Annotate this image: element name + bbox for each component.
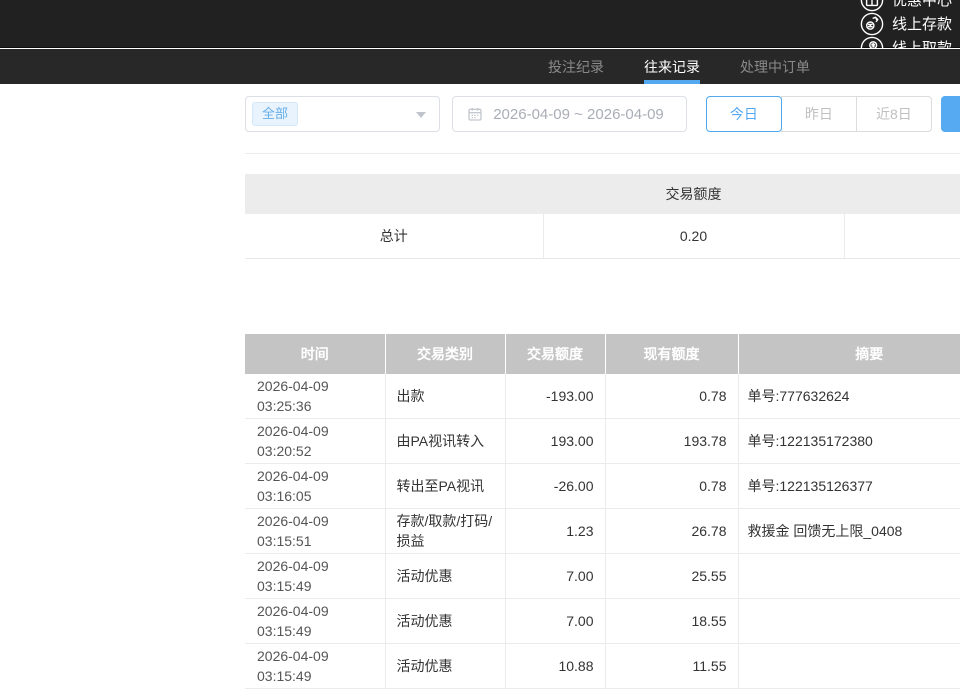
- summary-header-extra: [844, 174, 960, 214]
- cell-amount: 7.00: [505, 598, 605, 643]
- cell-memo: [738, 598, 960, 643]
- cell-balance: 193.78: [605, 418, 738, 463]
- table-row: 2026-04-09 03:20:52由PA视讯转入193.00193.78单号…: [245, 418, 960, 463]
- date-quick-buttons: 今日昨日近8日: [706, 96, 932, 132]
- records-table: 时间交易类别交易额度现有额度摘要 2026-04-09 03:25:36出款-1…: [245, 334, 960, 689]
- cell-balance: 18.55: [605, 598, 738, 643]
- records-column-header: 摘要: [738, 334, 960, 374]
- nav-item-deposit[interactable]: 线上存款: [860, 12, 960, 36]
- cell-time: 2026-04-09 03:25:36: [245, 374, 385, 419]
- table-row: 2026-04-09 03:15:49活动优惠7.0018.55: [245, 598, 960, 643]
- summary-total-extra: [844, 214, 960, 258]
- cell-amount: -26.00: [505, 463, 605, 508]
- date-range-value: 2026-04-09 ~ 2026-04-09: [493, 106, 664, 123]
- cell-memo: [738, 643, 960, 688]
- cell-time: 2026-04-09 03:15:51: [245, 508, 385, 553]
- tab-processing-orders[interactable]: 处理中订单: [720, 49, 830, 84]
- tabs: 投注纪录往来记录处理中订单: [528, 49, 830, 84]
- summary-total-value: 0.20: [543, 214, 844, 258]
- cell-amount: 10.88: [505, 643, 605, 688]
- cell-balance: 0.78: [605, 463, 738, 508]
- cell-amount: 193.00: [505, 418, 605, 463]
- records-header-row: 时间交易类别交易额度现有额度摘要: [245, 334, 960, 374]
- cell-type: 存款/取款/打码/损益: [385, 508, 505, 553]
- cell-type: 转出至PA视讯: [385, 463, 505, 508]
- quick-btn-last-8-days[interactable]: 近8日: [856, 96, 932, 132]
- tab-transaction-records[interactable]: 往来记录: [624, 49, 720, 84]
- cell-time: 2026-04-09 03:15:49: [245, 598, 385, 643]
- summary-total-label: 总计: [245, 214, 543, 258]
- table-row: 2026-04-09 03:15:51存款/取款/打码/损益1.2326.78救…: [245, 508, 960, 553]
- table-row: 2026-04-09 03:25:36出款-193.000.78单号:77763…: [245, 374, 960, 419]
- cell-balance: 25.55: [605, 553, 738, 598]
- summary-header-amount: 交易额度: [543, 174, 844, 214]
- table-row: 2026-04-09 03:15:49活动优惠10.8811.55: [245, 643, 960, 688]
- date-range-input[interactable]: 2026-04-09 ~ 2026-04-09: [452, 96, 687, 132]
- cell-amount: 7.00: [505, 553, 605, 598]
- summary-header-empty: [245, 174, 543, 214]
- selected-filter-tag[interactable]: 全部: [252, 102, 298, 126]
- records-column-header: 交易类别: [385, 334, 505, 374]
- search-button[interactable]: [941, 96, 960, 132]
- filter-divider: [245, 153, 960, 154]
- cell-type: 活动优惠: [385, 643, 505, 688]
- nav-item-label: 优惠中心: [892, 0, 952, 10]
- cell-type: 活动优惠: [385, 553, 505, 598]
- cell-amount: -193.00: [505, 374, 605, 419]
- cell-balance: 26.78: [605, 508, 738, 553]
- cell-type: 由PA视讯转入: [385, 418, 505, 463]
- filter-row: 全部 2026-04-09 ~ 2026-04-09 今日昨日近8日: [245, 96, 960, 132]
- records-column-header: 现有额度: [605, 334, 738, 374]
- cell-time: 2026-04-09 03:15:49: [245, 553, 385, 598]
- tab-bet-records[interactable]: 投注纪录: [528, 49, 624, 84]
- nav-item-label: 线上存款: [892, 13, 952, 34]
- cell-amount: 1.23: [505, 508, 605, 553]
- cell-memo: 单号:777632624: [738, 374, 960, 419]
- cell-balance: 0.78: [605, 374, 738, 419]
- records-column-header: 时间: [245, 334, 385, 374]
- deposit-icon: [860, 12, 884, 36]
- summary-total-row: 总计 0.20: [245, 214, 960, 258]
- cell-balance: 11.55: [605, 643, 738, 688]
- content-area: 全部 2026-04-09 ~ 2026-04-09 今日昨日近8日: [245, 84, 960, 689]
- cell-type: 活动优惠: [385, 598, 505, 643]
- gift-icon: [860, 0, 884, 12]
- chevron-down-icon: [416, 112, 426, 118]
- cell-memo: 单号:122135126377: [738, 463, 960, 508]
- tabbar: 投注纪录往来记录处理中订单: [0, 49, 960, 84]
- nav-item-promotions[interactable]: 优惠中心: [860, 0, 960, 12]
- cell-memo: [738, 553, 960, 598]
- transaction-type-select[interactable]: 全部: [245, 96, 440, 132]
- cell-time: 2026-04-09 03:16:05: [245, 463, 385, 508]
- table-row: 2026-04-09 03:15:49活动优惠7.0025.55: [245, 553, 960, 598]
- calendar-icon: [467, 106, 483, 122]
- cell-memo: 单号:122135172380: [738, 418, 960, 463]
- quick-btn-yesterday[interactable]: 昨日: [781, 96, 857, 132]
- table-row: 2026-04-09 03:16:05转出至PA视讯-26.000.78单号:1…: [245, 463, 960, 508]
- summary-table: 交易额度 总计 0.20: [245, 174, 960, 259]
- cell-time: 2026-04-09 03:20:52: [245, 418, 385, 463]
- cell-time: 2026-04-09 03:15:49: [245, 643, 385, 688]
- quick-btn-today[interactable]: 今日: [706, 96, 782, 132]
- topbar: 我的账户优惠中心线上存款线上取款往来记录: [0, 0, 960, 48]
- records-column-header: 交易额度: [505, 334, 605, 374]
- cell-memo: 救援金 回馈无上限_0408: [738, 508, 960, 553]
- cell-type: 出款: [385, 374, 505, 419]
